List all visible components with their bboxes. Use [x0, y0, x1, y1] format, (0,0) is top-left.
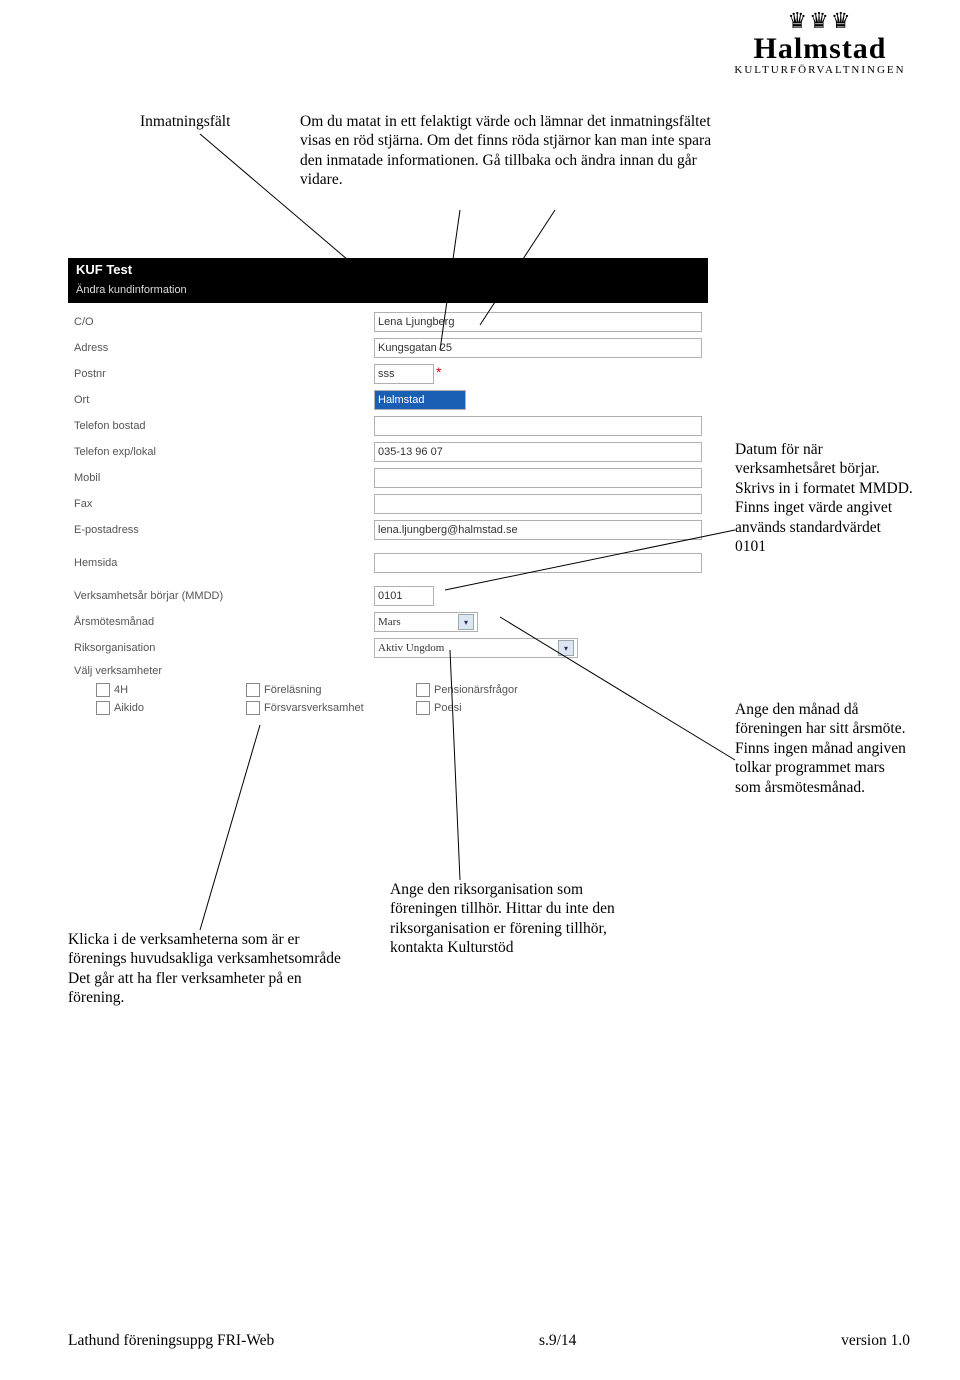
annotation-verksamheter: Klicka i de verksamheterna som är er för… [68, 930, 358, 1008]
checkbox-label-pensionarsfragor: Pensionärsfrågor [434, 684, 518, 696]
error-star-icon: * [436, 364, 441, 380]
form-subtitle: Ändra kundinformation [68, 281, 708, 303]
input-fax[interactable] [374, 494, 702, 514]
input-co[interactable] [374, 312, 702, 332]
annotation-datum: Datum för när verksamhetsåret börjar. Sk… [735, 440, 915, 556]
input-postnr[interactable] [374, 364, 434, 384]
logo-subtitle: KULTURFÖRVALTNINGEN [720, 64, 920, 76]
annotation-riksorg: Ange den riksorganisation som föreningen… [390, 880, 650, 958]
label-riksorg: Riksorganisation [74, 642, 374, 654]
checkbox-pensionarsfragor[interactable] [416, 683, 430, 697]
select-arsmotesmanad-value: Mars [378, 616, 401, 628]
footer-mid: s.9/14 [539, 1332, 576, 1350]
label-postnr: Postnr [74, 368, 374, 380]
label-fax: Fax [74, 498, 374, 510]
footer-left: Lathund föreningsuppg FRI-Web [68, 1332, 274, 1350]
input-mobil[interactable] [374, 468, 702, 488]
page-footer: Lathund föreningsuppg FRI-Web s.9/14 ver… [68, 1332, 910, 1350]
form-screenshot: KUF Test Ändra kundinformation C/O Adres… [68, 258, 708, 717]
input-epost[interactable] [374, 520, 702, 540]
checkbox-poesi[interactable] [416, 701, 430, 715]
form-title: KUF Test [68, 258, 708, 281]
checkbox-aikido[interactable] [96, 701, 110, 715]
input-verksar[interactable] [374, 586, 434, 606]
input-ort[interactable] [374, 390, 466, 410]
label-ort: Ort [74, 394, 374, 406]
logo-name: Halmstad [720, 32, 920, 66]
checkbox-forelasning[interactable] [246, 683, 260, 697]
input-hemsida[interactable] [374, 553, 702, 573]
label-arsmotesmanad: Årsmötesmånad [74, 616, 374, 628]
chevron-down-icon: ▾ [558, 640, 574, 656]
logo-crowns-icon: ♛♛♛ [720, 10, 920, 32]
footer-right: version 1.0 [841, 1332, 910, 1350]
checkbox-label-forsvarsverksamhet: Försvarsverksamhet [264, 702, 364, 714]
label-epost: E-postadress [74, 524, 374, 536]
header-logo: ♛♛♛ Halmstad KULTURFÖRVALTNINGEN [720, 10, 920, 76]
checkbox-4h[interactable] [96, 683, 110, 697]
checkbox-label-4h: 4H [114, 684, 128, 696]
label-valj-verksamheter: Välj verksamheter [74, 665, 162, 677]
checkbox-label-poesi: Poesi [434, 702, 462, 714]
annotation-top: Om du matat in ett felaktigt värde och l… [300, 112, 730, 190]
select-riksorganisation-value: Aktiv Ungdom [378, 642, 444, 654]
input-tel-explokal[interactable] [374, 442, 702, 462]
input-adress[interactable] [374, 338, 702, 358]
label-co: C/O [74, 316, 374, 328]
chevron-down-icon: ▾ [458, 614, 474, 630]
checkbox-label-forelasning: Föreläsning [264, 684, 321, 696]
label-hemsida: Hemsida [74, 557, 374, 569]
checkbox-label-aikido: Aikido [114, 702, 144, 714]
label-verksar: Verksamhetsår börjar (MMDD) [74, 590, 374, 602]
label-tel-explokal: Telefon exp/lokal [74, 446, 374, 458]
annotation-arsmote: Ange den månad då föreningen har sitt år… [735, 700, 910, 797]
label-adress: Adress [74, 342, 374, 354]
select-arsmotesmanad[interactable]: Mars ▾ [374, 612, 478, 632]
input-tel-bostad[interactable] [374, 416, 702, 436]
label-mobil: Mobil [74, 472, 374, 484]
select-riksorganisation[interactable]: Aktiv Ungdom ▾ [374, 638, 578, 658]
annotation-inmatningsfalt: Inmatningsfält [140, 112, 260, 131]
checkbox-forsvarsverksamhet[interactable] [246, 701, 260, 715]
label-tel-bostad: Telefon bostad [74, 420, 374, 432]
